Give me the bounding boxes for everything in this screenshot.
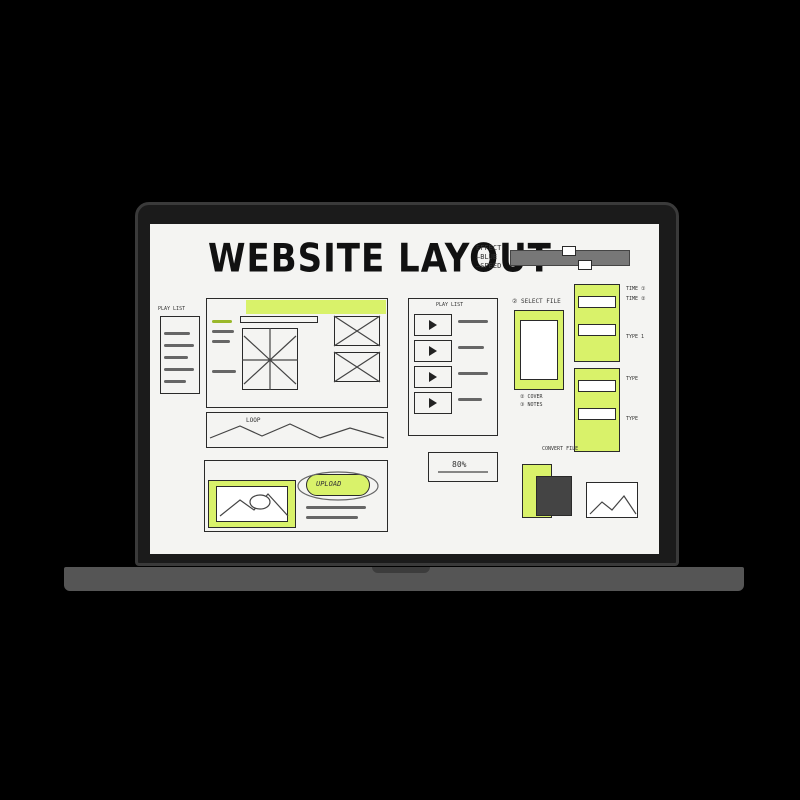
circle-shape bbox=[249, 494, 271, 510]
laptop-base-notch bbox=[372, 567, 430, 573]
laptop-screen: WEBSITE LAYOUT EFFECT —BLUE —SPEED PLAY … bbox=[150, 224, 659, 554]
laptop: WEBSITE LAYOUT EFFECT —BLUE —SPEED PLAY … bbox=[0, 0, 800, 800]
upload-circle-stroke bbox=[297, 471, 379, 501]
sketch-strokes bbox=[209, 315, 637, 517]
